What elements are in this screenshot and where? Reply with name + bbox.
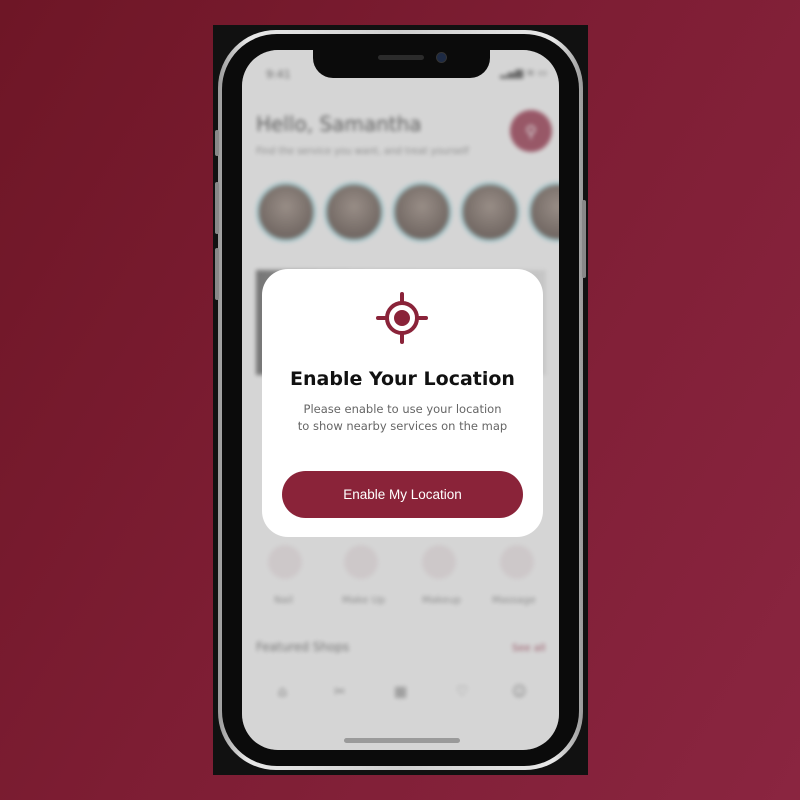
volume-up-button xyxy=(215,182,219,234)
front-camera xyxy=(436,52,447,63)
dialog-description-line-2: to show nearby services on the map xyxy=(297,419,508,433)
volume-down-button xyxy=(215,248,219,300)
target-location-icon xyxy=(376,292,428,344)
power-button xyxy=(582,200,586,278)
home-indicator[interactable] xyxy=(344,738,460,743)
mute-switch xyxy=(215,130,219,156)
dialog-description-line-1: Please enable to use your location xyxy=(303,402,502,416)
enable-location-button[interactable]: Enable My Location xyxy=(282,471,523,518)
dialog-title: Enable Your Location xyxy=(290,368,515,390)
speaker xyxy=(378,55,424,60)
